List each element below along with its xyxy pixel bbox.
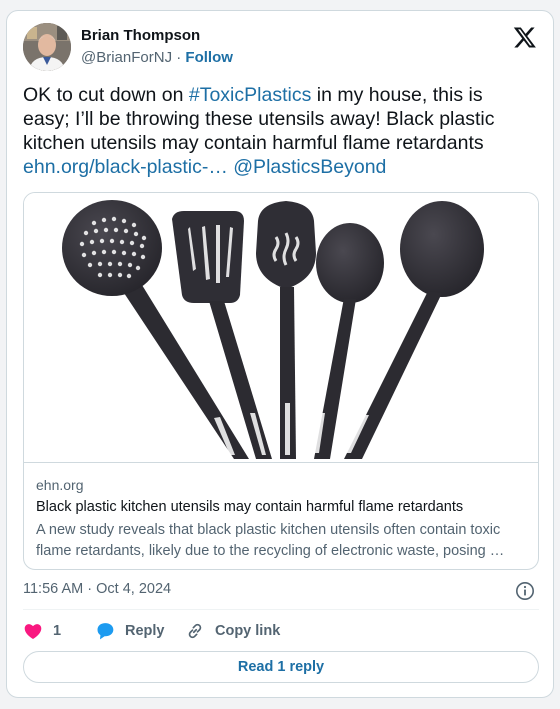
heart-icon	[24, 624, 42, 639]
link-domain: ehn.org	[36, 477, 84, 493]
copy-link-button[interactable]: Copy link	[185, 619, 280, 643]
spaghetti-spoon-utensil	[256, 201, 316, 459]
black-utensils-image	[62, 200, 484, 459]
tweet-time[interactable]: 11:56 AM	[23, 581, 83, 597]
reply-label: Reply	[125, 623, 165, 639]
avatar-photo	[23, 23, 71, 71]
tweet-embed-card: Brian Thompson @BrianForNJ · Follow OK t…	[6, 10, 554, 698]
avatar[interactable]	[23, 23, 71, 71]
link-description: A new study reveals that black plastic k…	[36, 522, 505, 559]
link-preview-image	[24, 193, 538, 463]
author-name[interactable]: Brian Thompson	[81, 27, 200, 44]
tweet-text: OK to cut down on #ToxicPlastics in my h…	[23, 83, 528, 179]
like-button[interactable]: 1	[23, 619, 61, 643]
info-icon[interactable]	[515, 581, 535, 601]
tweet-date[interactable]: Oct 4, 2024	[96, 581, 171, 597]
follow-button[interactable]: Follow	[185, 49, 233, 66]
timestamp-separator: ·	[87, 581, 93, 597]
x-logo-icon[interactable]	[513, 25, 537, 49]
tweet-timestamp[interactable]: 11:56 AM · Oct 4, 2024	[23, 581, 171, 597]
action-bar: 1 Reply Copy link	[23, 619, 539, 643]
reply-button[interactable]: Reply	[95, 619, 165, 643]
link-title[interactable]: Black plastic kitchen utensils may conta…	[36, 499, 463, 515]
read-replies-button[interactable]: Read 1 reply	[23, 651, 539, 683]
tweet-text-part: OK to cut down on	[23, 84, 189, 106]
link-icon	[188, 623, 202, 639]
link-preview-card[interactable]: ehn.org Black plastic kitchen utensils m…	[23, 192, 539, 570]
url-link[interactable]: ehn.org/black-plastic-…	[23, 156, 228, 178]
author-handle[interactable]: @BrianForNJ	[81, 49, 172, 66]
copy-link-label: Copy link	[215, 623, 281, 639]
mention-link[interactable]: @PlasticsBeyond	[233, 156, 386, 178]
like-count: 1	[53, 623, 62, 639]
tweet-header: Brian Thompson @BrianForNJ · Follow	[23, 23, 539, 71]
reply-bubble-icon	[97, 623, 114, 640]
divider	[23, 609, 539, 610]
handle-separator: ·	[176, 49, 182, 66]
author-handle-row: @BrianForNJ · Follow	[81, 49, 233, 66]
hashtag-link[interactable]: #ToxicPlastics	[189, 84, 311, 106]
